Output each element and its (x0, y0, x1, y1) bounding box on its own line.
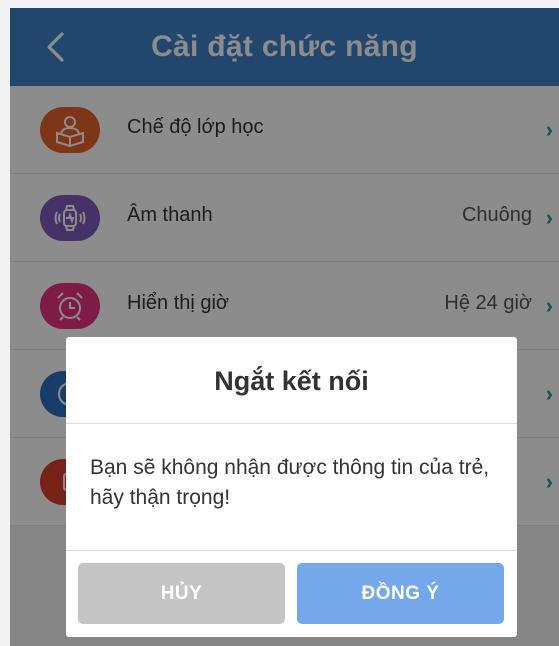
disconnect-dialog: Ngắt kết nối Bạn sẽ không nhận được thôn… (66, 337, 517, 637)
cancel-button[interactable]: HỦY (78, 563, 285, 624)
dialog-divider (66, 550, 517, 551)
confirm-button[interactable]: ĐỒNG Ý (297, 563, 504, 624)
app-screen: Cài đặt chức năng Chế độ lớp học › Âm th… (10, 8, 559, 646)
dialog-message: Bạn sẽ không nhận được thông tin của trẻ… (90, 456, 490, 509)
dialog-divider (66, 423, 517, 424)
dialog-title: Ngắt kết nối (214, 366, 369, 396)
